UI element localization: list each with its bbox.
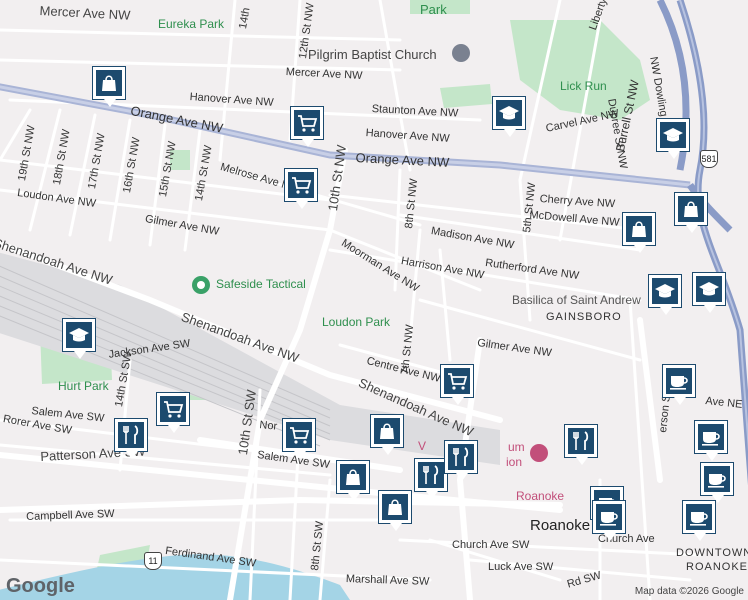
hwy-11-shield: 11 [144,552,162,570]
map-marker-school[interactable] [692,272,726,313]
map-attribution: Map data ©2026 Google [634,586,744,597]
label-church-ave-sw: Church Ave SW [452,539,530,551]
map-marker-shopping-bag[interactable] [674,192,708,233]
map-marker-shopping-cart[interactable] [284,168,318,209]
map-marker-restaurant[interactable] [444,440,478,481]
map-marker-shopping-cart[interactable] [282,418,316,459]
map-marker-school[interactable] [492,96,526,137]
map-marker-cafe[interactable] [682,500,716,541]
map-marker-school[interactable] [648,274,682,315]
map-marker-shopping-bag[interactable] [92,66,126,107]
label-roanoke: Roanoke [530,517,591,534]
label-roanoke-museum: Roanoke [516,489,565,503]
road-jefferson [637,317,663,483]
label-roanoke-caps: ROANOKE [686,561,748,573]
map-marker-shopping-bag[interactable] [336,460,370,501]
map-marker-school[interactable] [656,118,690,159]
map-marker-shopping-bag[interactable] [622,212,656,253]
map-marker-cafe[interactable] [700,462,734,503]
label-museum-text2: ion [506,455,523,469]
map-marker-cafe[interactable] [694,420,728,461]
label-pilgrim-baptist: Pilgrim Baptist Church [308,47,437,62]
map-marker-shopping-cart[interactable] [156,392,190,433]
map-marker-shopping-cart[interactable] [290,106,324,147]
label-museum-text: um [508,440,525,454]
label-park-top: Park [420,2,447,17]
map-marker-school[interactable] [62,318,96,359]
label-norfolk: Nor [258,419,278,433]
church-icon [452,44,470,62]
map-marker-shopping-bag[interactable] [378,490,412,531]
map-marker-shopping-cart[interactable] [440,364,474,405]
map-marker-cafe[interactable] [592,500,626,541]
hwy-581-shield: 581 [700,150,718,168]
label-luck-ave: Luck Ave SW [488,561,554,573]
map-marker-restaurant[interactable] [564,424,598,465]
map-marker-restaurant[interactable] [114,418,148,459]
safeside-pin-icon[interactable] [192,276,210,294]
label-virginia-museum: V [418,439,427,453]
label-basilica: Basilica of Saint Andrew [512,293,641,307]
google-logo: Google [6,575,75,597]
label-eureka-park: Eureka Park [158,17,225,31]
map-marker-shopping-bag[interactable] [370,414,404,455]
label-gainsboro: GAINSBORO [546,311,622,323]
map-marker-restaurant[interactable] [414,458,448,499]
label-downtown: DOWNTOWN [676,547,748,559]
label-loudon-park: Loudon Park [322,315,391,329]
map-marker-cafe[interactable] [662,364,696,405]
label-lick-run: Lick Run [560,79,607,93]
map-canvas[interactable]: Mercer Ave NW Eureka Park Park Pilgrim B… [0,0,748,600]
park-area [440,84,492,108]
label-hurt-park: Hurt Park [58,379,109,393]
museum-icon[interactable] [530,444,548,462]
label-safeside: Safeside Tactical [216,277,306,291]
